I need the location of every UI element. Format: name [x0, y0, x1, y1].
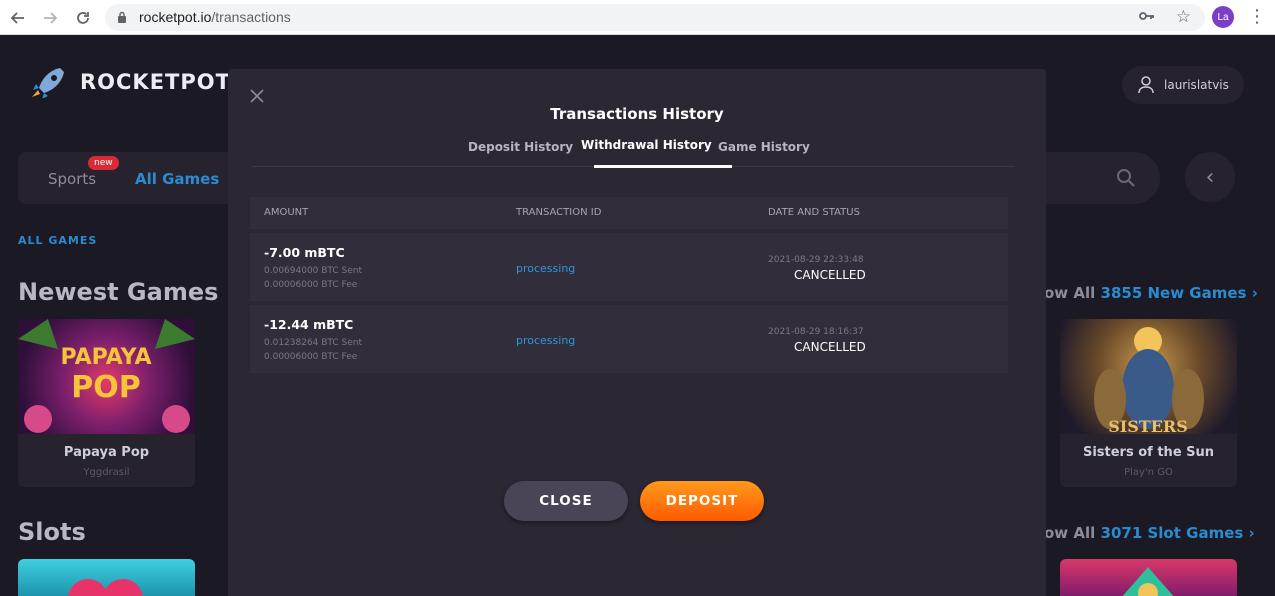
- rocket-icon: [32, 68, 64, 98]
- lock-icon: [118, 11, 126, 23]
- column-header-transaction-id: TRANSACTION ID: [516, 207, 602, 218]
- amount: -12.44 mBTC: [264, 317, 354, 332]
- collapse-button[interactable]: ‹: [1185, 152, 1235, 202]
- tab-all-games[interactable]: All Games: [135, 170, 219, 188]
- svg-text:SISTERS: SISTERS: [1108, 417, 1188, 434]
- back-arrow-icon[interactable]: [6, 6, 30, 30]
- close-button[interactable]: CLOSE: [504, 481, 628, 521]
- btc-sent: 0.00694000 BTC Sent: [264, 266, 363, 276]
- svg-text:POP: POP: [71, 370, 140, 405]
- deposit-button[interactable]: DEPOSIT: [640, 481, 764, 521]
- username: laurislatvis: [1164, 78, 1229, 92]
- all-games-label[interactable]: ALL GAMES: [18, 234, 97, 247]
- game-thumbnail: PAPAYA POP: [18, 319, 195, 434]
- table-header: AMOUNT TRANSACTION ID DATE AND STATUS: [250, 197, 1008, 229]
- star-icon[interactable]: ☆: [1176, 7, 1191, 27]
- forward-arrow-icon[interactable]: [38, 6, 62, 30]
- newest-games-title: Newest Games: [18, 278, 219, 306]
- game-card-papaya-pop[interactable]: PAPAYA POP Papaya Pop Yggdrasil: [18, 319, 195, 487]
- game-thumbnail: SISTERS: [1060, 319, 1237, 436]
- game-provider: Play'n GO: [1124, 467, 1173, 478]
- active-tab-indicator: [594, 165, 732, 168]
- game-card-sisters-of-the-sun[interactable]: SISTERS Sisters of the Sun Play'n GO: [1060, 319, 1237, 487]
- slot-card-thumbnail[interactable]: [1060, 559, 1237, 596]
- btc-fee: 0.00006000 BTC Fee: [264, 352, 358, 362]
- url-text: rocketpot.io/transactions: [139, 9, 291, 25]
- close-icon[interactable]: [250, 89, 266, 105]
- chevron-left-icon: ‹: [1205, 164, 1215, 190]
- kebab-menu-icon[interactable]: ⋮: [1248, 7, 1266, 27]
- user-menu[interactable]: laurislatvis: [1122, 66, 1244, 104]
- column-header-amount: AMOUNT: [264, 207, 309, 218]
- game-name: Sisters of the Sun: [1082, 445, 1215, 460]
- game-provider: Yggdrasil: [83, 467, 130, 478]
- slots-title: Slots: [18, 518, 86, 546]
- transaction-status: CANCELLED: [794, 268, 866, 282]
- svg-text:PAPAYA: PAPAYA: [60, 345, 151, 370]
- history-tabs: Deposit History Withdrawal History Game …: [252, 129, 1014, 168]
- logo-text: ROCKETPOT: [80, 70, 231, 94]
- transaction-date: 2021-08-29 22:33:48: [768, 255, 864, 265]
- tab-sports[interactable]: Sports: [48, 170, 96, 188]
- show-all-slots-link[interactable]: ow All 3071 Slot Games ›: [1044, 524, 1255, 542]
- site-logo[interactable]: ROCKETPOT: [30, 66, 231, 98]
- key-icon[interactable]: [1139, 9, 1155, 27]
- column-header-date-status: DATE AND STATUS: [768, 207, 860, 218]
- btc-fee: 0.00006000 BTC Fee: [264, 280, 358, 290]
- tab-deposit-history[interactable]: Deposit History: [468, 140, 573, 154]
- address-bar[interactable]: rocketpot.io/transactions ☆: [105, 4, 1205, 31]
- reload-icon[interactable]: [71, 6, 95, 30]
- table-row: -12.44 mBTC 0.01238264 BTC Sent 0.000060…: [250, 305, 1008, 373]
- game-name: Papaya Pop: [63, 445, 150, 460]
- transactions-table: AMOUNT TRANSACTION ID DATE AND STATUS -7…: [250, 197, 1008, 373]
- new-badge: new: [88, 156, 119, 170]
- search-icon[interactable]: [1116, 168, 1136, 188]
- modal-title: Transactions History: [550, 105, 724, 123]
- table-row: -7.00 mBTC 0.00694000 BTC Sent 0.0000600…: [250, 233, 1008, 301]
- transaction-id-link[interactable]: processing: [516, 334, 575, 347]
- category-tabbar: Sports new All Games: [18, 152, 248, 204]
- btc-sent: 0.01238264 BTC Sent: [264, 338, 363, 348]
- tab-withdrawal-history[interactable]: Withdrawal History: [581, 138, 712, 152]
- user-icon: [1138, 76, 1154, 94]
- amount: -7.00 mBTC: [264, 245, 345, 260]
- transaction-status: CANCELLED: [794, 340, 866, 354]
- transaction-date: 2021-08-29 18:16:37: [768, 327, 864, 337]
- transactions-modal: Transactions History Deposit History Wit…: [228, 69, 1046, 596]
- search-box[interactable]: [1046, 152, 1160, 204]
- show-all-newest-link[interactable]: ow All 3855 New Games ›: [1044, 284, 1258, 302]
- browser-toolbar: rocketpot.io/transactions ☆ La ⋮: [0, 0, 1275, 35]
- tab-game-history[interactable]: Game History: [718, 140, 810, 154]
- transaction-id-link[interactable]: processing: [516, 262, 575, 275]
- profile-avatar[interactable]: La: [1212, 6, 1234, 28]
- slot-card-thumbnail[interactable]: [18, 559, 195, 596]
